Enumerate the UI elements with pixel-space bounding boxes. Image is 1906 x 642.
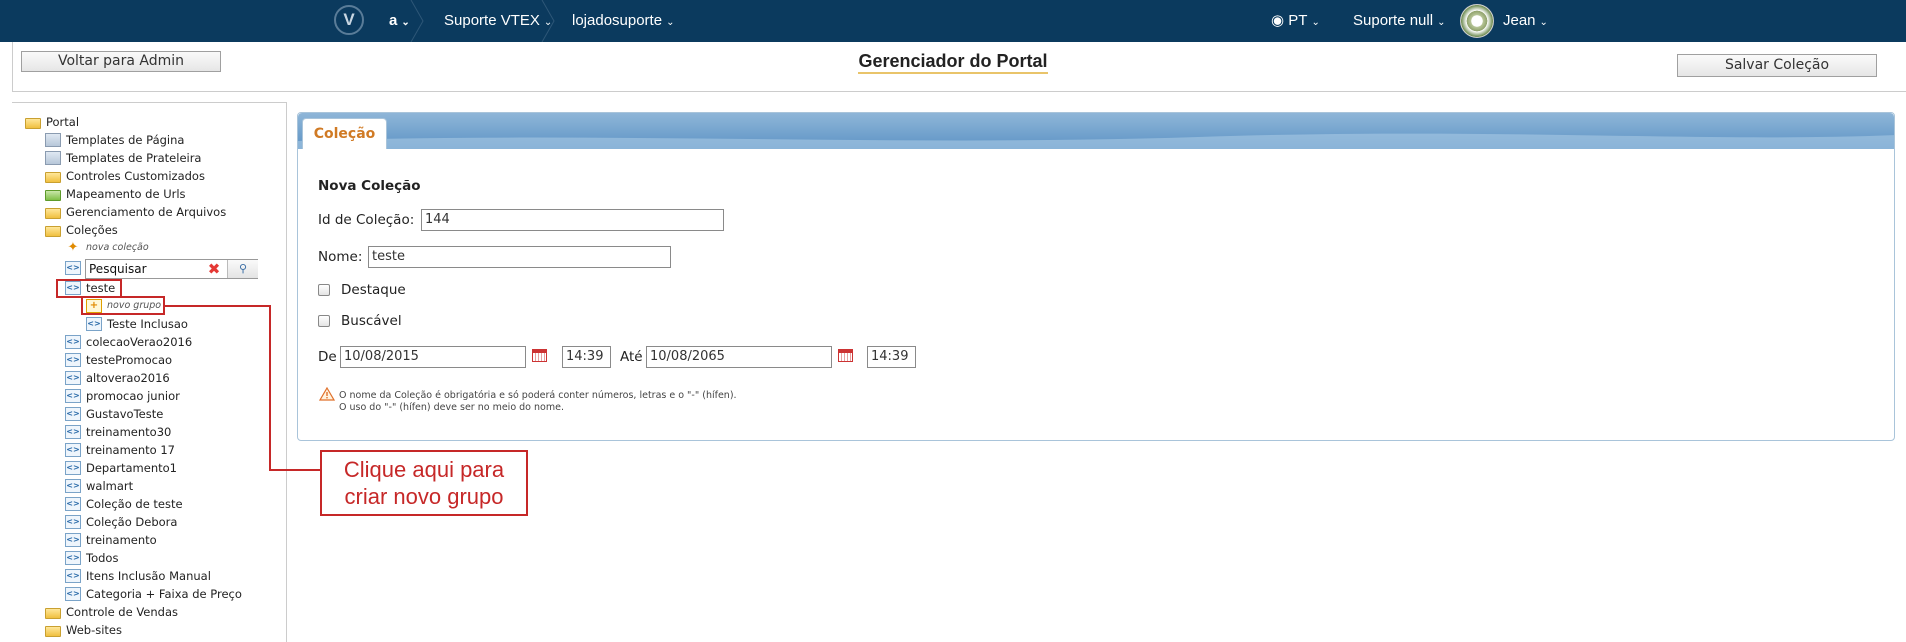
callout-line-1: Clique aqui para [343, 457, 505, 482]
id-label: Id de Coleção: [318, 212, 415, 228]
searchable-checkbox[interactable] [318, 315, 330, 327]
panel-header-wave [298, 133, 1894, 149]
validation-note: O nome da Coleção é obrigatória e só pod… [339, 390, 737, 414]
calendar-icon[interactable] [838, 349, 853, 362]
calendar-icon[interactable] [532, 349, 547, 362]
name-field[interactable]: teste [368, 246, 671, 268]
highlight-checkbox[interactable] [318, 284, 330, 296]
id-field[interactable]: 144 [421, 209, 724, 231]
name-label: Nome: [318, 249, 363, 265]
note-line-1: O nome da Coleção é obrigatória e só pod… [339, 390, 737, 401]
searchable-label: Buscável [341, 313, 402, 329]
from-date-field[interactable]: 10/08/2015 [340, 346, 526, 368]
from-label: De [318, 349, 337, 365]
warning-icon [319, 387, 335, 401]
collection-panel: Coleção Nova Coleção Id de Coleção: 144 … [297, 112, 1895, 441]
form-heading: Nova Coleção [318, 178, 421, 194]
to-date-field[interactable]: 10/08/2065 [646, 346, 832, 368]
note-line-2: O uso do "-" (hífen) deve ser no meio do… [339, 402, 564, 413]
tab-colecao[interactable]: Coleção [302, 118, 387, 149]
annotation-callout: Clique aqui para criar novo grupo [320, 450, 528, 516]
highlight-label: Destaque [341, 282, 406, 298]
panel-header: Coleção [298, 113, 1894, 149]
from-time-field[interactable]: 14:39 [562, 346, 611, 368]
to-time-field[interactable]: 14:39 [867, 346, 916, 368]
to-label: Até [620, 349, 643, 365]
callout-line-2: criar novo grupo [344, 484, 504, 509]
